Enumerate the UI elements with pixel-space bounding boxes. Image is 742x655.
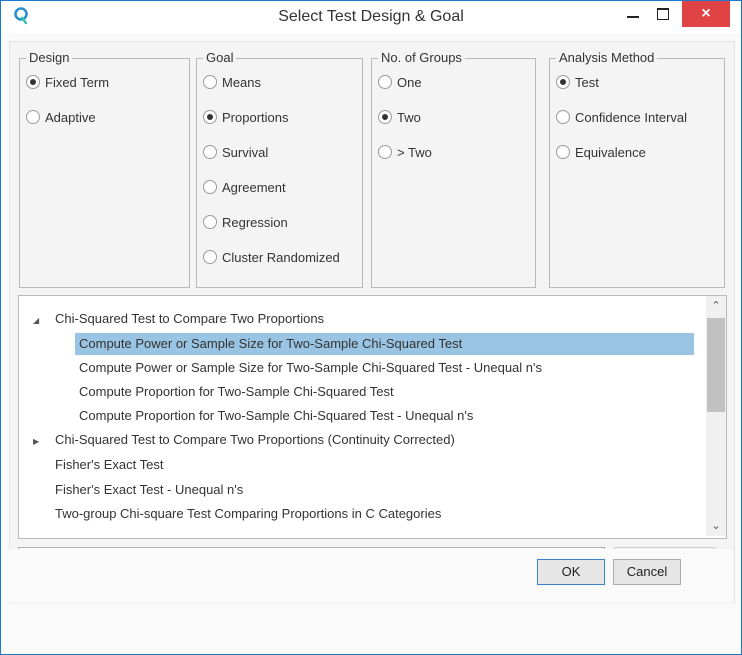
radio-button[interactable] — [26, 75, 40, 89]
tree-item[interactable]: Compute Proportion for Two-Sample Chi-Sq… — [79, 405, 473, 427]
goal-legend: Goal — [203, 50, 237, 65]
radio-test[interactable]: Test — [556, 71, 599, 93]
radio-adaptive[interactable]: Adaptive — [26, 106, 96, 128]
expand-arrow-icon[interactable]: ◢ — [33, 316, 39, 325]
radio-label: Two — [397, 109, 421, 125]
radio-label: > Two — [397, 144, 432, 160]
radio-survival[interactable]: Survival — [203, 141, 268, 163]
radio-button[interactable] — [556, 75, 570, 89]
radio-label: Equivalence — [575, 144, 646, 160]
footer: OK Cancel — [9, 549, 733, 602]
radio-label: Agreement — [222, 179, 286, 195]
tree-item[interactable]: Compute Power or Sample Size for Two-Sam… — [79, 357, 542, 379]
radio-regression[interactable]: Regression — [203, 211, 288, 233]
cancel-button[interactable]: Cancel — [613, 559, 681, 585]
radio-label: Adaptive — [45, 109, 96, 125]
radio-label: Proportions — [222, 109, 289, 125]
tree-item[interactable]: Compute Proportion for Two-Sample Chi-Sq… — [79, 381, 394, 403]
radio-two[interactable]: Two — [378, 106, 421, 128]
radio-cluster-randomized[interactable]: Cluster Randomized — [203, 246, 340, 268]
radio-proportions[interactable]: Proportions — [203, 106, 288, 128]
tree-item[interactable]: Chi-Squared Test to Compare Two Proporti… — [55, 429, 455, 451]
scroll-up-icon[interactable]: ⌃ — [706, 296, 726, 316]
radio-label: Confidence Interval — [575, 109, 688, 125]
radio-label: One — [397, 74, 422, 90]
dialog-window: Select Test Design & Goal × Design Fixed… — [0, 0, 742, 655]
tree-item[interactable]: Fisher's Exact Test — [55, 454, 163, 476]
radio-button[interactable] — [203, 75, 217, 89]
radio-one[interactable]: One — [378, 71, 422, 93]
radio-button[interactable] — [378, 75, 392, 89]
radio-label: Cluster Randomized — [222, 249, 340, 265]
radio-label: Regression — [222, 214, 288, 230]
groups-count-legend: No. of Groups — [378, 50, 465, 65]
tree-item[interactable]: Fisher's Exact Test - Unequal n's — [55, 479, 243, 501]
radio-button[interactable] — [203, 250, 217, 264]
groups-count-group: No. of Groups One Two > Two — [371, 50, 536, 288]
radio-label: Survival — [222, 144, 269, 160]
goal-group: Goal Means Proportions Survival Agreemen… — [196, 50, 363, 288]
radio-button[interactable] — [203, 215, 217, 229]
title-bar: Select Test Design & Goal × — [1, 1, 741, 33]
tree-item[interactable]: Two-group Chi-square Test Comparing Prop… — [55, 503, 441, 525]
radio-button[interactable] — [26, 110, 40, 124]
radio-label: Fixed Term — [45, 74, 110, 90]
radio-label: Test — [575, 74, 599, 90]
radio-button[interactable] — [203, 145, 217, 159]
analysis-method-legend: Analysis Method — [556, 50, 658, 65]
radio-means[interactable]: Means — [203, 71, 261, 93]
design-group: Design Fixed Term Adaptive — [19, 50, 190, 288]
radio-button[interactable] — [556, 110, 570, 124]
test-tree: ◢ Chi-Squared Test to Compare Two Propor… — [18, 295, 727, 539]
radio-button[interactable] — [203, 180, 217, 194]
radio-label: Means — [222, 74, 262, 90]
collapse-arrow-icon[interactable]: ▶ — [33, 437, 39, 446]
vertical-scrollbar[interactable]: ⌃ ⌄ — [706, 296, 726, 536]
ok-button[interactable]: OK — [537, 559, 605, 585]
scroll-thumb[interactable] — [707, 318, 725, 412]
radio-confidence-interval[interactable]: Confidence Interval — [556, 106, 687, 128]
radio-button[interactable] — [378, 145, 392, 159]
radio-equivalence[interactable]: Equivalence — [556, 141, 646, 163]
maximize-button[interactable] — [651, 5, 675, 25]
analysis-method-group: Analysis Method Test Confidence Interval… — [549, 50, 725, 288]
tree-item-selected[interactable]: Compute Power or Sample Size for Two-Sam… — [75, 333, 694, 355]
tree-item[interactable]: Chi-Squared Test to Compare Two Proporti… — [55, 308, 324, 330]
minimize-button[interactable] — [621, 5, 645, 25]
dialog-content: Design Fixed Term Adaptive Goal Means Pr… — [9, 41, 735, 604]
radio-button[interactable] — [378, 110, 392, 124]
radio-button[interactable] — [203, 110, 217, 124]
design-legend: Design — [26, 50, 73, 65]
radio-more-than-two[interactable]: > Two — [378, 141, 432, 163]
radio-fixed-term[interactable]: Fixed Term — [26, 71, 109, 93]
close-button[interactable]: × — [682, 1, 730, 27]
radio-agreement[interactable]: Agreement — [203, 176, 286, 198]
scroll-down-icon[interactable]: ⌄ — [706, 516, 726, 536]
radio-button[interactable] — [556, 145, 570, 159]
